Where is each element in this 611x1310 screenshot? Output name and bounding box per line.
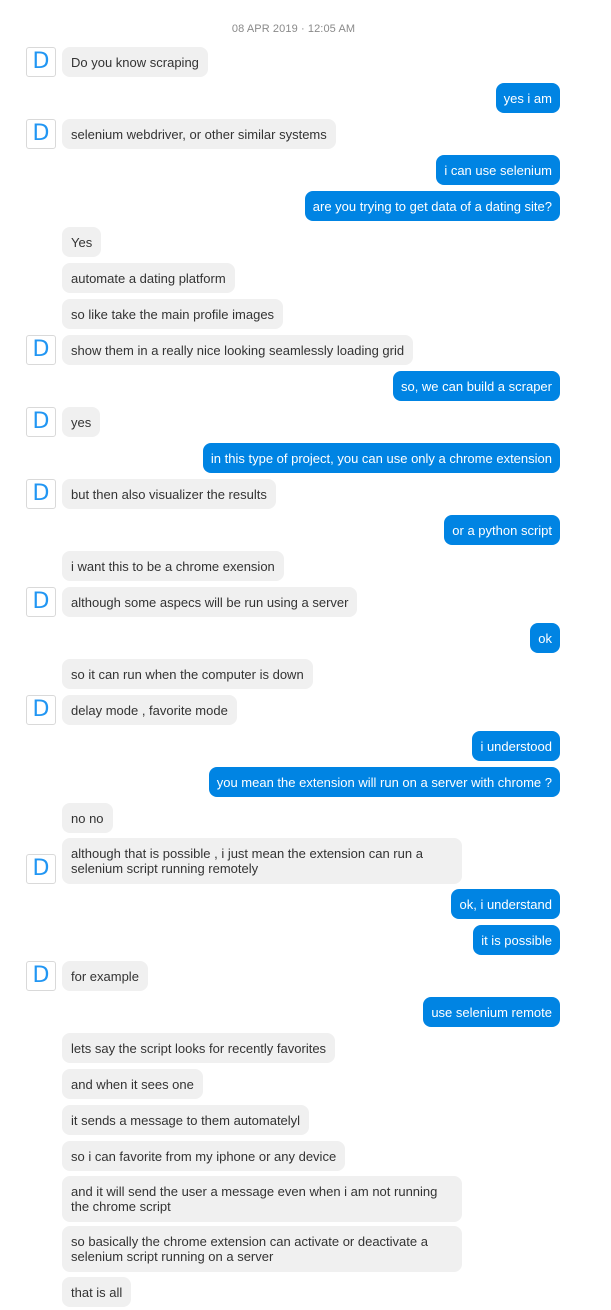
avatar[interactable]: D bbox=[26, 854, 56, 884]
incoming-message: Dshow them in a really nice looking seam… bbox=[0, 335, 611, 367]
outgoing-message: i can use selenium bbox=[0, 155, 611, 187]
outgoing-message: in this type of project, you can use onl… bbox=[0, 443, 611, 475]
incoming-message: Dyes bbox=[0, 407, 611, 439]
avatar[interactable]: D bbox=[26, 47, 56, 77]
avatar[interactable]: D bbox=[26, 407, 56, 437]
message-bubble[interactable]: i can use selenium bbox=[436, 155, 560, 185]
message-bubble[interactable]: although that is possible , i just mean … bbox=[62, 838, 462, 884]
message-bubble[interactable]: and it will send the user a message even… bbox=[62, 1176, 462, 1222]
avatar[interactable]: D bbox=[26, 961, 56, 991]
message-bubble[interactable]: for example bbox=[62, 961, 148, 991]
message-bubble[interactable]: lets say the script looks for recently f… bbox=[62, 1033, 336, 1063]
incoming-message: and it will send the user a message even… bbox=[0, 1176, 611, 1222]
message-bubble[interactable]: although some aspecs will be run using a… bbox=[62, 587, 358, 617]
incoming-message: Dbut then also visualizer the results bbox=[0, 479, 611, 511]
incoming-message: Ddelay mode , favorite mode bbox=[0, 695, 611, 727]
incoming-message: so i can favorite from my iphone or any … bbox=[0, 1141, 611, 1173]
message-bubble[interactable]: so basically the chrome extension can ac… bbox=[62, 1226, 462, 1272]
incoming-message: automate a dating platform bbox=[0, 263, 611, 295]
message-bubble[interactable]: ok bbox=[530, 623, 560, 653]
incoming-message: so it can run when the computer is down bbox=[0, 659, 611, 691]
message-bubble[interactable]: so, we can build a scraper bbox=[392, 371, 560, 401]
message-bubble[interactable]: i want this to be a chrome exension bbox=[62, 551, 284, 581]
outgoing-message: you mean the extension will run on a ser… bbox=[0, 767, 611, 799]
outgoing-message: it is possible bbox=[0, 925, 611, 957]
incoming-message: it sends a message to them automatelyl bbox=[0, 1105, 611, 1137]
outgoing-message: ok bbox=[0, 623, 611, 655]
avatar[interactable]: D bbox=[26, 587, 56, 617]
message-bubble[interactable]: yes i am bbox=[495, 83, 560, 113]
incoming-message: Dselenium webdriver, or other similar sy… bbox=[0, 119, 611, 151]
outgoing-message: use selenium remote bbox=[0, 997, 611, 1029]
message-bubble[interactable]: in this type of project, you can use onl… bbox=[202, 443, 560, 473]
message-bubble[interactable]: use selenium remote bbox=[423, 997, 560, 1027]
incoming-message: i want this to be a chrome exension bbox=[0, 551, 611, 583]
message-bubble[interactable]: i understood bbox=[472, 731, 560, 761]
chat-conversation[interactable]: 08 APR 2019 · 12:05 AM D Do you know scra… bbox=[0, 0, 611, 1310]
message-bubble[interactable]: are you trying to get data of a dating s… bbox=[304, 191, 560, 221]
outgoing-message: ok, i understand bbox=[0, 889, 611, 921]
message-bubble[interactable]: delay mode , favorite mode bbox=[62, 695, 237, 725]
incoming-message: Dfor example bbox=[0, 961, 611, 993]
incoming-message: Dalthough some aspecs will be run using … bbox=[0, 587, 611, 619]
incoming-message: so like take the main profile images bbox=[0, 299, 611, 331]
outgoing-message: yes i am bbox=[0, 83, 611, 115]
incoming-message: Dalthough that is possible , i just mean… bbox=[0, 838, 611, 884]
message-bubble[interactable]: so it can run when the computer is down bbox=[62, 659, 313, 689]
incoming-message: D Do you know scraping bbox=[0, 47, 611, 79]
outgoing-message: are you trying to get data of a dating s… bbox=[0, 191, 611, 223]
message-bubble[interactable]: you mean the extension will run on a ser… bbox=[208, 767, 560, 797]
avatar[interactable]: D bbox=[26, 119, 56, 149]
outgoing-message: i understood bbox=[0, 731, 611, 763]
message-bubble[interactable]: so like take the main profile images bbox=[62, 299, 284, 329]
message-bubble[interactable]: it is possible bbox=[473, 925, 560, 955]
avatar[interactable]: D bbox=[26, 479, 56, 509]
outgoing-message: or a python script bbox=[0, 515, 611, 547]
avatar[interactable]: D bbox=[26, 695, 56, 725]
message-bubble[interactable]: or a python script bbox=[444, 515, 560, 545]
message-bubble[interactable]: automate a dating platform bbox=[62, 263, 235, 293]
message-bubble[interactable]: that is all bbox=[62, 1277, 132, 1307]
message-bubble[interactable]: no no bbox=[62, 803, 113, 833]
message-bubble[interactable]: and when it sees one bbox=[62, 1069, 203, 1099]
message-bubble[interactable]: but then also visualizer the results bbox=[62, 479, 276, 509]
avatar[interactable]: D bbox=[26, 335, 56, 365]
message-bubble[interactable]: ok, i understand bbox=[451, 889, 560, 919]
message-bubble[interactable]: show them in a really nice looking seaml… bbox=[62, 335, 414, 365]
outgoing-message: so, we can build a scraper bbox=[0, 371, 611, 403]
message-bubble[interactable]: Yes bbox=[62, 227, 102, 257]
message-bubble[interactable]: selenium webdriver, or other similar sys… bbox=[62, 119, 336, 149]
message-bubble[interactable]: Do you know scraping bbox=[62, 47, 208, 77]
incoming-message: Yes bbox=[0, 227, 611, 259]
conversation-timestamp: 08 APR 2019 · 12:05 AM bbox=[231, 23, 356, 35]
incoming-message: lets say the script looks for recently f… bbox=[0, 1033, 611, 1065]
incoming-message: no no bbox=[0, 803, 611, 835]
message-bubble[interactable]: it sends a message to them automatelyl bbox=[62, 1105, 310, 1135]
message-bubble[interactable]: yes bbox=[62, 407, 101, 437]
incoming-message: so basically the chrome extension can ac… bbox=[0, 1226, 611, 1272]
incoming-message: that is all bbox=[0, 1277, 611, 1309]
message-bubble[interactable]: so i can favorite from my iphone or any … bbox=[62, 1141, 346, 1171]
incoming-message: and when it sees one bbox=[0, 1069, 611, 1101]
